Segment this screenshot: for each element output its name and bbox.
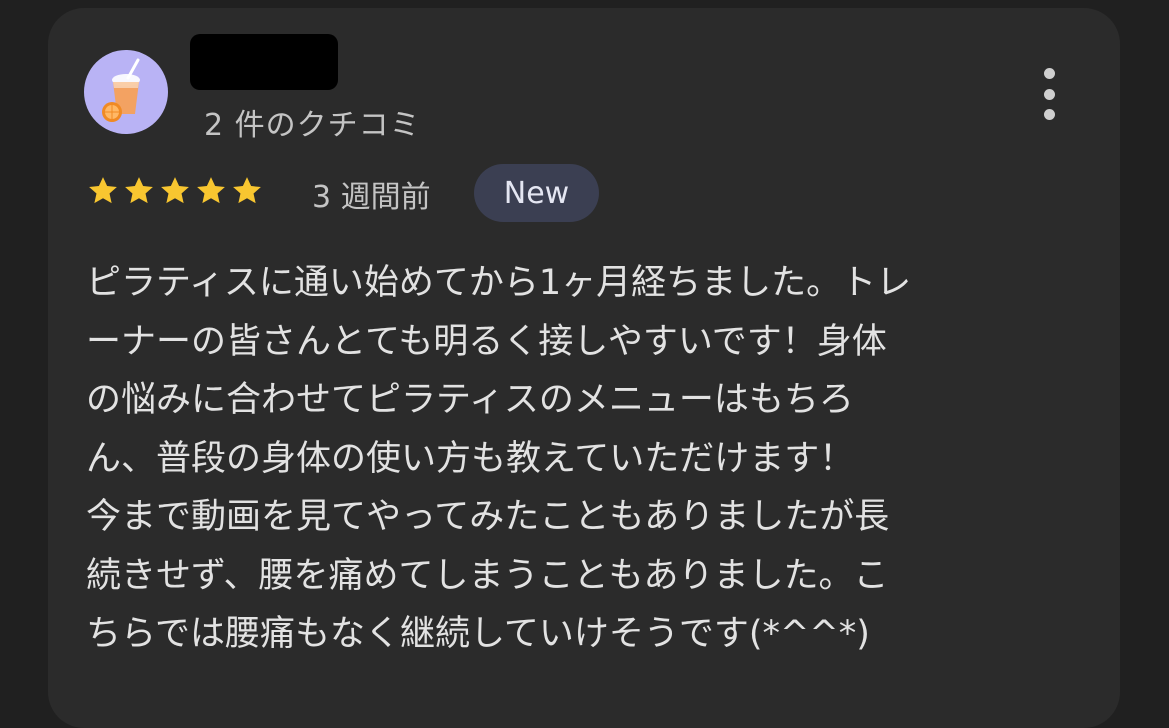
star-icon: [233, 177, 261, 204]
review-text-line: ちらでは腰痛もなく継続していけそうです(*^^*): [86, 614, 870, 654]
review-text-line: 今まで動画を見てやってみたこともありましたが長: [86, 497, 890, 537]
review-text-line: ーナーの皆さんとても明るく接しやすいです！身体: [86, 321, 887, 362]
review-card: 2 件のクチコミ 3 週間前 New ピラティスに通い始めてから1ヶ月経ちました…: [48, 8, 1120, 728]
redacted-reviewer-name: [190, 34, 338, 90]
new-badge: New: [474, 164, 599, 222]
review-text-line: ピラティスに通い始めてから1ヶ月経ちました。トレ: [86, 263, 912, 303]
star-icon: [89, 177, 117, 204]
star-rating: [86, 174, 264, 208]
star-icon: [161, 177, 189, 204]
reviewer-review-count[interactable]: 2 件のクチコミ: [204, 100, 421, 144]
review-body: ピラティスに通い始めてから1ヶ月経ちました。トレ ーナーの皆さんとても明るく接し…: [86, 254, 1076, 664]
star-icon: [197, 177, 225, 204]
more-vert-icon: [1043, 68, 1055, 79]
avatar[interactable]: [84, 50, 168, 134]
review-text-line: の悩みに合わせてピラティスのメニューはもちろ: [86, 380, 854, 420]
review-date: 3 週間前: [312, 180, 431, 215]
more-options-button[interactable]: [1034, 64, 1064, 124]
star-icon: [125, 177, 153, 204]
review-text-line: 続きせず、腰を痛めてしまうこともありました。こ: [86, 555, 889, 596]
review-text-line: ん、普段の身体の使い方も教えていただけます！: [86, 438, 855, 479]
orange-juice-icon: [102, 58, 140, 122]
